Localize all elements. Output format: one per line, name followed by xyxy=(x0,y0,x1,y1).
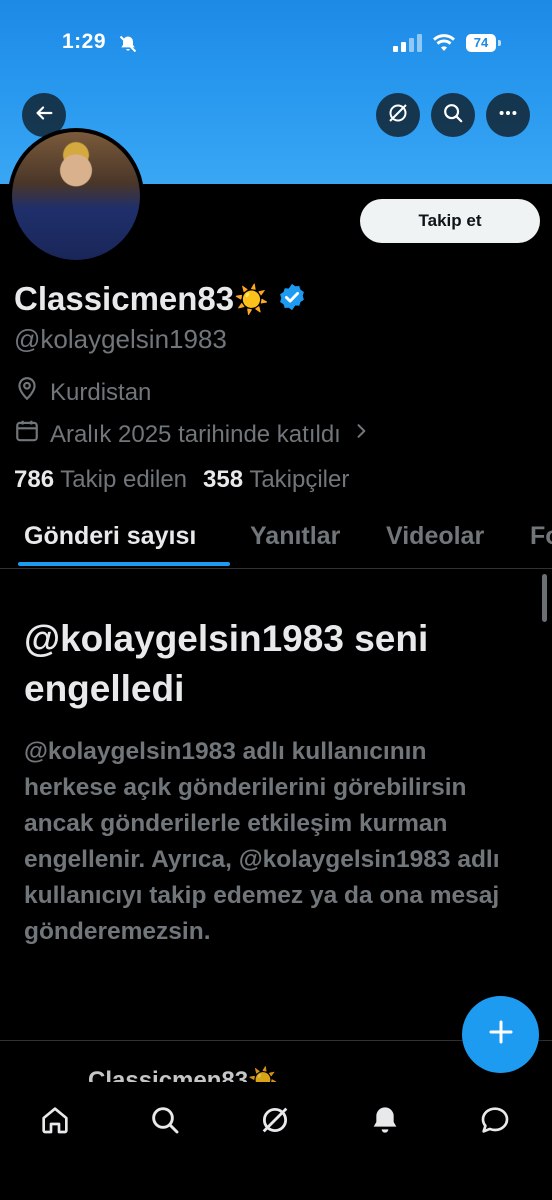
battery-indicator: 74 xyxy=(466,34,501,52)
silent-mode-icon xyxy=(118,34,138,59)
profile-avatar[interactable] xyxy=(8,128,144,264)
bottom-navigation xyxy=(0,1082,552,1200)
messages-icon xyxy=(479,1104,511,1141)
notifications-icon xyxy=(369,1104,401,1141)
followers-link[interactable]: 358 Takipçiler xyxy=(203,466,349,494)
chevron-right-icon xyxy=(351,420,371,449)
explore-icon xyxy=(149,1104,181,1141)
following-link[interactable]: 786 Takip edilen xyxy=(14,466,187,494)
active-tab-indicator xyxy=(18,562,230,566)
status-time: 1:29 xyxy=(62,30,107,53)
calendar-icon xyxy=(14,418,40,451)
tab-replies[interactable]: Yanıtlar xyxy=(250,522,340,551)
profile-location: Kurdistan xyxy=(14,376,151,409)
tab-videos[interactable]: Videolar xyxy=(386,522,484,551)
cellular-signal-icon xyxy=(393,34,423,57)
home-icon xyxy=(39,1104,71,1141)
blocked-title: @kolaygelsin1983 seni engelledi xyxy=(24,618,429,709)
followers-label: Takipçiler xyxy=(249,466,350,493)
grok-icon xyxy=(386,101,410,130)
nav-explore[interactable] xyxy=(145,1102,185,1142)
status-bar: 1:29 74 xyxy=(0,0,552,90)
verified-icon[interactable] xyxy=(277,282,307,317)
followers-count: 358 xyxy=(203,466,244,493)
search-button[interactable] xyxy=(431,93,475,137)
search-icon xyxy=(442,102,464,129)
follow-button[interactable]: Takip et xyxy=(360,199,540,243)
wifi-icon xyxy=(432,33,456,58)
nav-notifications[interactable] xyxy=(365,1102,405,1142)
location-icon xyxy=(14,376,40,409)
more-icon xyxy=(497,102,519,129)
display-name-row: Classicmen83 ☀️ xyxy=(14,280,307,318)
tab-more[interactable]: Fo xyxy=(530,522,552,551)
back-arrow-icon xyxy=(33,102,55,129)
plus-icon xyxy=(486,1017,516,1052)
blocked-description: @kolaygelsin1983 adlı kullanıcının herke… xyxy=(24,738,500,945)
display-name: Classicmen83 xyxy=(14,280,235,317)
profile-tabs: Gönderi sayısı Yanıtlar Videolar Fo xyxy=(0,512,552,569)
tab-posts[interactable]: Gönderi sayısı xyxy=(24,522,196,551)
profile-handle: @kolaygelsin1983 xyxy=(14,324,227,354)
following-count: 786 xyxy=(14,466,55,493)
grok-button[interactable] xyxy=(376,93,420,137)
nav-messages[interactable] xyxy=(475,1102,515,1142)
more-button[interactable] xyxy=(486,93,530,137)
follow-counts: 786 Takip edilen 358 Takipçiler xyxy=(14,466,349,494)
location-text: Kurdistan xyxy=(50,378,152,406)
compose-button[interactable] xyxy=(462,996,539,1073)
profile-joined[interactable]: Aralık 2025 tarihinde katıldı xyxy=(14,418,371,451)
nav-home[interactable] xyxy=(35,1102,75,1142)
scrollbar[interactable] xyxy=(542,574,547,622)
joined-text: Aralık 2025 tarihinde katıldı xyxy=(50,420,341,448)
grok-nav-icon xyxy=(258,1103,292,1142)
avatar-image xyxy=(12,132,140,260)
following-label: Takip edilen xyxy=(60,466,188,493)
nav-grok[interactable] xyxy=(255,1102,295,1142)
sun-emoji: ☀️ xyxy=(234,283,270,315)
